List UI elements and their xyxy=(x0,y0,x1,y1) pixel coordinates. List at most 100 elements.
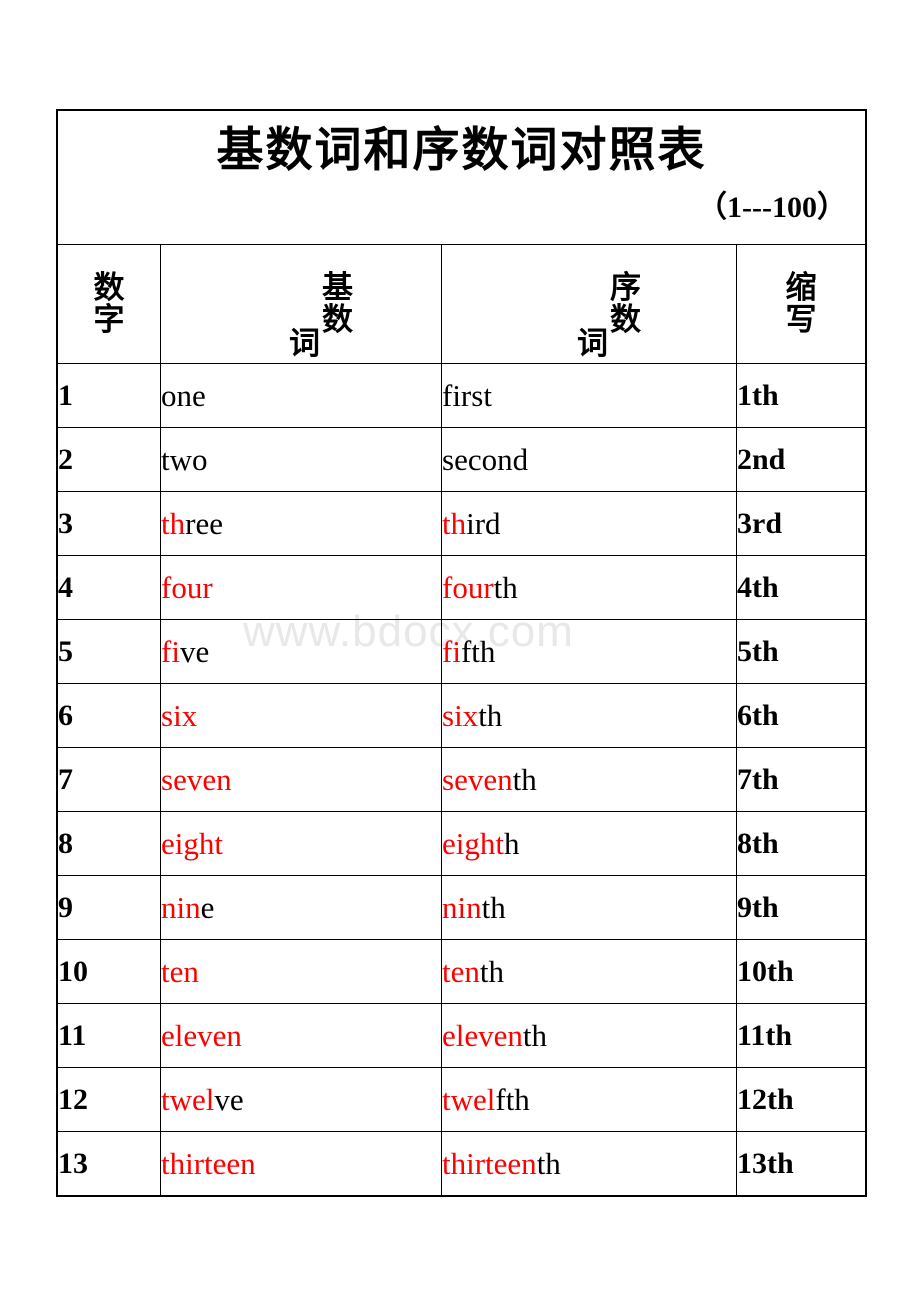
cell-ordinal-word: thirteenth xyxy=(441,1131,737,1196)
table-row: 7 seven seventh 7th xyxy=(57,747,866,812)
ordinal-segment-0: six xyxy=(442,697,479,733)
table-row: 2 two second 2nd xyxy=(57,427,866,492)
cell-abbreviation: 3rd xyxy=(736,491,866,556)
cardinal-segment-0: ten xyxy=(161,953,199,989)
cell-number: 7 xyxy=(57,747,161,812)
cardinal-segment-0: twel xyxy=(161,1081,215,1117)
cardinal-segment-0: eight xyxy=(161,825,223,861)
cardinal-segment-0: six xyxy=(161,697,198,733)
cell-number: 2 xyxy=(57,427,161,492)
header-abbr-char-1: 缩 xyxy=(785,270,817,306)
cell-cardinal-word: four xyxy=(160,555,442,620)
cardinal-segment-0: two xyxy=(161,441,208,477)
header-cardinal-side-char: 词 xyxy=(289,326,320,361)
table-row: 5 five fifth 5th xyxy=(57,619,866,684)
cell-abbreviation: 7th xyxy=(736,747,866,812)
cell-cardinal-word: one xyxy=(160,363,442,428)
cardinal-segment-0: thirteen xyxy=(161,1145,256,1181)
cell-cardinal-word: five xyxy=(160,619,442,684)
table-row: 3 three third 3rd xyxy=(57,491,866,556)
cell-abbreviation: 10th xyxy=(736,939,866,1004)
page-title: 基数词和序数词对照表 xyxy=(216,125,707,177)
ordinal-segment-0: four xyxy=(442,569,494,605)
ordinal-segment-0: first xyxy=(442,377,492,413)
document-page: www.bdocx.com 基数词和序数词对照表 （1---100） 数 字 词… xyxy=(0,0,920,1302)
ordinal-segment-0: eight xyxy=(442,825,504,861)
cell-cardinal-word: seven xyxy=(160,747,442,812)
table-row: 11 eleven eleventh 11th xyxy=(57,1003,866,1068)
ordinal-segment-1: th xyxy=(478,697,503,733)
cell-number: 9 xyxy=(57,875,161,940)
header-ordinal-char-2: 数 xyxy=(610,302,641,337)
table-row: 8 eight eighth 8th xyxy=(57,811,866,876)
header-cardinal-char-1: 基 xyxy=(322,270,353,306)
title-range-subtitle: （1---100） xyxy=(697,191,847,225)
cell-ordinal-word: first xyxy=(441,363,737,428)
title-row: 基数词和序数词对照表 （1---100） xyxy=(57,110,866,245)
cardinal-segment-0: fi xyxy=(161,633,180,669)
cell-abbreviation: 5th xyxy=(736,619,866,684)
table-row: 6 six sixth 6th xyxy=(57,683,866,748)
ordinal-segment-1: fth xyxy=(460,633,496,669)
cardinal-segment-0: one xyxy=(161,377,206,413)
header-cell-ordinal: 词 序 数 xyxy=(441,244,737,364)
cell-cardinal-word: three xyxy=(160,491,442,556)
header-number-char-2: 字 xyxy=(93,302,125,337)
header-cell-cardinal: 词 基 数 xyxy=(160,244,442,364)
cell-ordinal-word: eleventh xyxy=(441,1003,737,1068)
header-ordinal-char-1: 序 xyxy=(610,270,641,306)
table-row: 4 four fourth 4th xyxy=(57,555,866,620)
cardinal-segment-0: four xyxy=(161,569,213,605)
ordinal-segment-0: twel xyxy=(442,1081,496,1117)
cell-cardinal-word: eight xyxy=(160,811,442,876)
cell-number: 11 xyxy=(57,1003,161,1068)
ordinal-segment-1: th xyxy=(536,1145,561,1181)
cell-abbreviation: 12th xyxy=(736,1067,866,1132)
ordinal-segment-0: eleven xyxy=(442,1017,523,1053)
ordinal-segment-0: th xyxy=(442,505,467,541)
cell-ordinal-word: eighth xyxy=(441,811,737,876)
cell-cardinal-word: six xyxy=(160,683,442,748)
header-number-char-1: 数 xyxy=(93,270,125,306)
cell-abbreviation: 9th xyxy=(736,875,866,940)
cell-abbreviation: 13th xyxy=(736,1131,866,1196)
ordinal-segment-0: fi xyxy=(442,633,461,669)
cell-number: 13 xyxy=(57,1131,161,1196)
cell-abbreviation: 8th xyxy=(736,811,866,876)
cell-ordinal-word: third xyxy=(441,491,737,556)
table-row: 1 one first 1th xyxy=(57,363,866,428)
ordinal-segment-1: fth xyxy=(495,1081,530,1117)
ordinal-segment-0: second xyxy=(442,441,529,477)
cell-abbreviation: 1th xyxy=(736,363,866,428)
ordinal-segment-1: th xyxy=(493,569,518,605)
ordinal-segment-0: thirteen xyxy=(442,1145,537,1181)
cell-cardinal-word: twelve xyxy=(160,1067,442,1132)
table-row: 10 ten tenth 10th xyxy=(57,939,866,1004)
cell-ordinal-word: fourth xyxy=(441,555,737,620)
table-row: 9 nine ninth 9th xyxy=(57,875,866,940)
header-cell-number: 数 字 xyxy=(57,244,161,364)
cell-cardinal-word: two xyxy=(160,427,442,492)
cell-number: 4 xyxy=(57,555,161,620)
cell-cardinal-word: ten xyxy=(160,939,442,1004)
cardinal-segment-0: seven xyxy=(161,761,232,797)
cardinal-segment-1: ve xyxy=(214,1081,244,1117)
cell-number: 8 xyxy=(57,811,161,876)
cardinal-segment-1: ve xyxy=(179,633,210,669)
cell-number: 1 xyxy=(57,363,161,428)
cell-ordinal-word: twelfth xyxy=(441,1067,737,1132)
cell-ordinal-word: second xyxy=(441,427,737,492)
cardinal-segment-1: ree xyxy=(185,505,223,541)
cell-cardinal-word: nine xyxy=(160,875,442,940)
header-abbr-char-2: 写 xyxy=(785,302,817,337)
ordinal-segment-1: ird xyxy=(466,505,501,541)
ordinal-segment-0: nin xyxy=(442,889,482,925)
number-table-container: 基数词和序数词对照表 （1---100） 数 字 词 基 数 词 序 数 缩 写… xyxy=(56,109,867,1197)
cell-ordinal-word: sixth xyxy=(441,683,737,748)
table-header-row: 数 字 词 基 数 词 序 数 缩 写 xyxy=(57,244,866,364)
cell-number: 5 xyxy=(57,619,161,684)
cell-ordinal-word: seventh xyxy=(441,747,737,812)
cardinal-segment-0: th xyxy=(161,505,186,541)
cell-ordinal-word: fifth xyxy=(441,619,737,684)
ordinal-segment-1: th xyxy=(481,889,506,925)
